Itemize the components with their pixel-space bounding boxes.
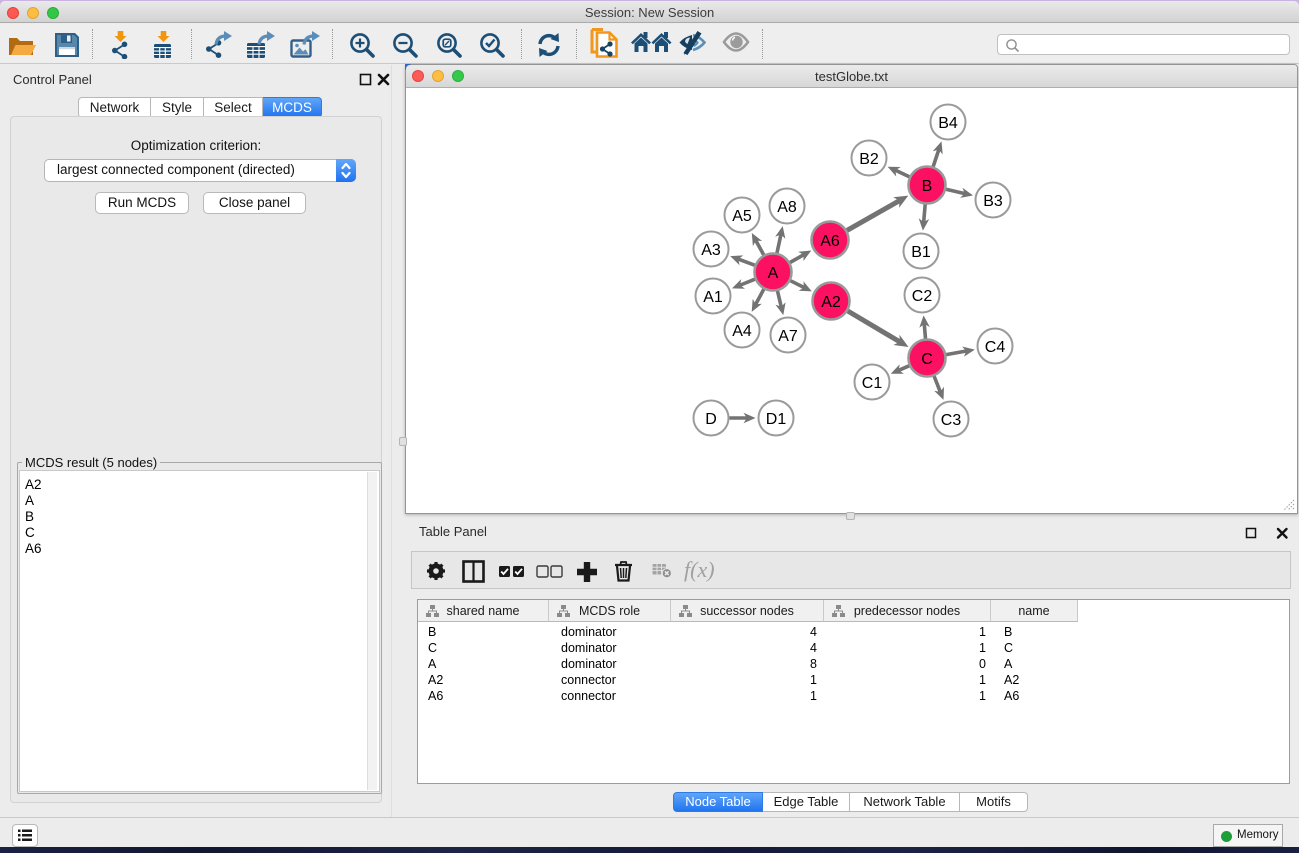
svg-text:B: B (922, 178, 933, 195)
svg-text:A7: A7 (778, 328, 798, 345)
svg-text:C4: C4 (985, 339, 1006, 356)
svg-text:B4: B4 (938, 115, 958, 132)
svg-text:A2: A2 (821, 294, 841, 311)
svg-text:A4: A4 (732, 323, 752, 340)
svg-text:C: C (921, 351, 933, 368)
svg-text:A8: A8 (777, 199, 797, 216)
svg-text:B3: B3 (983, 193, 1003, 210)
svg-text:B2: B2 (859, 151, 879, 168)
svg-text:D1: D1 (766, 411, 787, 428)
svg-text:A5: A5 (732, 208, 752, 225)
svg-text:A1: A1 (703, 289, 723, 306)
svg-text:A3: A3 (701, 242, 721, 259)
svg-text:A6: A6 (820, 233, 840, 250)
svg-text:A: A (768, 265, 779, 282)
svg-text:C3: C3 (941, 412, 962, 429)
svg-text:C1: C1 (862, 375, 883, 392)
svg-text:B1: B1 (911, 244, 931, 261)
svg-text:C2: C2 (912, 288, 933, 305)
svg-text:D: D (705, 411, 717, 428)
